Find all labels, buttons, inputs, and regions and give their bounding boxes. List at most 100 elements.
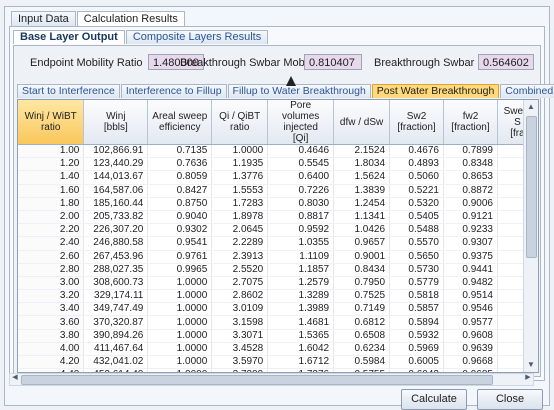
table-cell[interactable]: 329,174.11 xyxy=(83,289,149,304)
table-cell[interactable]: 0.7135 xyxy=(147,144,213,159)
table-cell[interactable]: 0.8750 xyxy=(147,197,213,211)
table-cell[interactable]: 0.9302 xyxy=(147,223,213,238)
table-cell[interactable]: 1.0000 xyxy=(147,302,213,317)
table-cell[interactable]: 1.6712 xyxy=(267,355,335,370)
table-cell[interactable]: 0.5060 xyxy=(389,170,444,185)
table-cell[interactable]: 0.9965 xyxy=(147,263,213,277)
table-cell[interactable]: 1.6042 xyxy=(267,342,335,357)
table-cell[interactable]: 0.9375 xyxy=(443,250,498,264)
table-cell[interactable]: 1.8034 xyxy=(333,157,391,172)
table-cell[interactable]: 0.9121 xyxy=(443,210,498,225)
table-row[interactable]: 3.40 349,747.49 1.0000 3.0109 1.3989 0.7149 0.… xyxy=(18,302,538,317)
table-cell[interactable]: 0.9668 xyxy=(443,355,498,370)
table-cell[interactable]: 144,013.67 xyxy=(83,170,149,185)
table-row[interactable]: 1.80 185,160.44 0.8750 1.7283 0.8030 1.2454 0.… xyxy=(18,197,538,211)
table-cell[interactable]: 308,600.73 xyxy=(83,276,149,291)
table-cell[interactable]: 1.5624 xyxy=(333,170,391,185)
table-cell[interactable]: 102,866.91 xyxy=(83,144,149,159)
table-cell[interactable]: 164,587.06 xyxy=(83,184,149,198)
table-cell[interactable]: 1.0000 xyxy=(147,342,213,357)
horizontal-scroll-thumb[interactable] xyxy=(21,375,493,385)
table-cell[interactable]: 1.3776 xyxy=(211,170,269,185)
table-cell[interactable]: 1.0000 xyxy=(147,329,213,343)
scroll-down-arrow-icon[interactable]: ▼ xyxy=(524,358,538,372)
table-cell[interactable]: 3.60 xyxy=(18,315,85,330)
table-cell[interactable]: 2.60 xyxy=(18,250,85,264)
table-cell[interactable]: 0.6812 xyxy=(333,315,391,330)
table-cell[interactable]: 0.9514 xyxy=(443,289,498,304)
table-cell[interactable]: 0.7525 xyxy=(333,289,391,304)
scroll-left-arrow-icon[interactable]: ◀ xyxy=(10,373,20,381)
table-cell[interactable]: 0.9441 xyxy=(443,263,498,277)
table-cell[interactable]: 0.8348 xyxy=(443,157,498,172)
table-cell[interactable]: 4.20 xyxy=(18,355,85,370)
table-cell[interactable]: 0.5779 xyxy=(389,276,444,291)
tab-composite-layers-results[interactable]: Composite Layers Results xyxy=(125,30,269,44)
table-cell[interactable]: 1.60 xyxy=(18,184,85,198)
table-cell[interactable]: 1.40 xyxy=(18,170,85,185)
table-cell[interactable]: 349,747.49 xyxy=(83,302,149,317)
table-cell[interactable]: 3.5970 xyxy=(211,355,269,370)
table-row[interactable]: 1.20 123,440.29 0.7636 1.1935 0.5545 1.8034 0.… xyxy=(18,157,538,172)
tab-input-data[interactable]: Input Data xyxy=(11,11,76,26)
table-cell[interactable]: 1.4681 xyxy=(267,315,335,330)
table-cell[interactable]: 0.5932 xyxy=(389,329,444,343)
table-cell[interactable]: 0.9608 xyxy=(443,329,498,343)
table-cell[interactable]: 288,027.35 xyxy=(83,263,149,277)
table-cell[interactable]: 2.00 xyxy=(18,210,85,225)
table-row[interactable]: 3.20 329,174.11 1.0000 2.8602 1.3289 0.7525 0.… xyxy=(18,289,538,304)
table-cell[interactable]: 1.3989 xyxy=(267,302,335,317)
table-cell[interactable]: 2.80 xyxy=(18,263,85,277)
table-cell[interactable]: 0.9006 xyxy=(443,197,498,211)
tab-calculation-results[interactable]: Calculation Results xyxy=(76,11,185,26)
table-cell[interactable]: 0.4646 xyxy=(267,144,335,159)
table-cell[interactable]: 0.5818 xyxy=(389,289,444,304)
column-header[interactable]: dfw / dSw xyxy=(333,100,391,145)
table-cell[interactable]: 3.1598 xyxy=(211,315,269,330)
table-cell[interactable]: 0.9546 xyxy=(443,302,498,317)
table-cell[interactable]: 0.6508 xyxy=(333,329,391,343)
table-cell[interactable]: 1.7283 xyxy=(211,197,269,211)
table-cell[interactable]: 0.5570 xyxy=(389,236,444,251)
table-cell[interactable]: 267,453.96 xyxy=(83,250,149,264)
tab-interference-to-fillup[interactable]: Interference to Fillup xyxy=(120,84,227,98)
scroll-up-arrow-icon[interactable]: ▲ xyxy=(524,100,538,114)
table-cell[interactable]: 0.9307 xyxy=(443,236,498,251)
table-cell[interactable]: 0.9657 xyxy=(333,236,391,251)
tab-start-to-interference[interactable]: Start to Interference xyxy=(17,84,120,98)
table-cell[interactable]: 0.7950 xyxy=(333,276,391,291)
results-grid[interactable]: Winj / WiBT ratio Winj [bbls] Areal sweep … xyxy=(17,99,539,373)
column-header[interactable]: Winj [bbls] xyxy=(83,100,149,145)
scroll-right-arrow-icon[interactable]: ▶ xyxy=(523,373,533,381)
breakthrough-swbar-field[interactable]: 0.564602 xyxy=(478,54,534,70)
table-cell[interactable]: 0.7149 xyxy=(333,302,391,317)
table-cell[interactable]: 0.5984 xyxy=(333,355,391,370)
table-row[interactable]: 4.20 432,041.02 1.0000 3.5970 1.6712 0.5984 0.… xyxy=(18,355,538,370)
table-cell[interactable]: 390,894.26 xyxy=(83,329,149,343)
table-cell[interactable]: 0.9639 xyxy=(443,342,498,357)
table-cell[interactable]: 0.7636 xyxy=(147,157,213,172)
table-row[interactable]: 2.80 288,027.35 0.9965 2.5520 1.1857 0.8434 0.… xyxy=(18,263,538,277)
table-cell[interactable]: 411,467.64 xyxy=(83,342,149,357)
tab-combined[interactable]: Combined xyxy=(500,84,554,98)
tab-base-layer-output[interactable]: Base Layer Output xyxy=(13,30,125,44)
table-cell[interactable]: 1.0000 xyxy=(147,289,213,304)
table-cell[interactable]: 2.3913 xyxy=(211,250,269,264)
table-cell[interactable]: 2.1524 xyxy=(333,144,391,159)
table-row[interactable]: 1.00 102,866.91 0.7135 1.0000 0.4646 2.1524 0.… xyxy=(18,144,538,159)
table-row[interactable]: 2.40 246,880.58 0.9541 2.2289 1.0355 0.9657 0.… xyxy=(18,236,538,251)
table-cell[interactable]: 1.5553 xyxy=(211,184,269,198)
table-cell[interactable]: 1.0000 xyxy=(147,355,213,370)
calculate-button[interactable]: Calculate xyxy=(401,389,467,410)
table-cell[interactable]: 2.7075 xyxy=(211,276,269,291)
table-cell[interactable]: 2.8602 xyxy=(211,289,269,304)
close-button[interactable]: Close xyxy=(477,389,543,410)
table-cell[interactable]: 1.00 xyxy=(18,144,85,159)
table-cell[interactable]: 0.9482 xyxy=(443,276,498,291)
table-cell[interactable]: 0.4893 xyxy=(389,157,444,172)
table-cell[interactable]: 3.4528 xyxy=(211,342,269,357)
tab-post-water-breakthrough[interactable]: Post Water Breakthrough xyxy=(371,84,500,98)
table-cell[interactable]: 1.3289 xyxy=(267,289,335,304)
table-cell[interactable]: 3.20 xyxy=(18,289,85,304)
table-cell[interactable]: 3.0109 xyxy=(211,302,269,317)
